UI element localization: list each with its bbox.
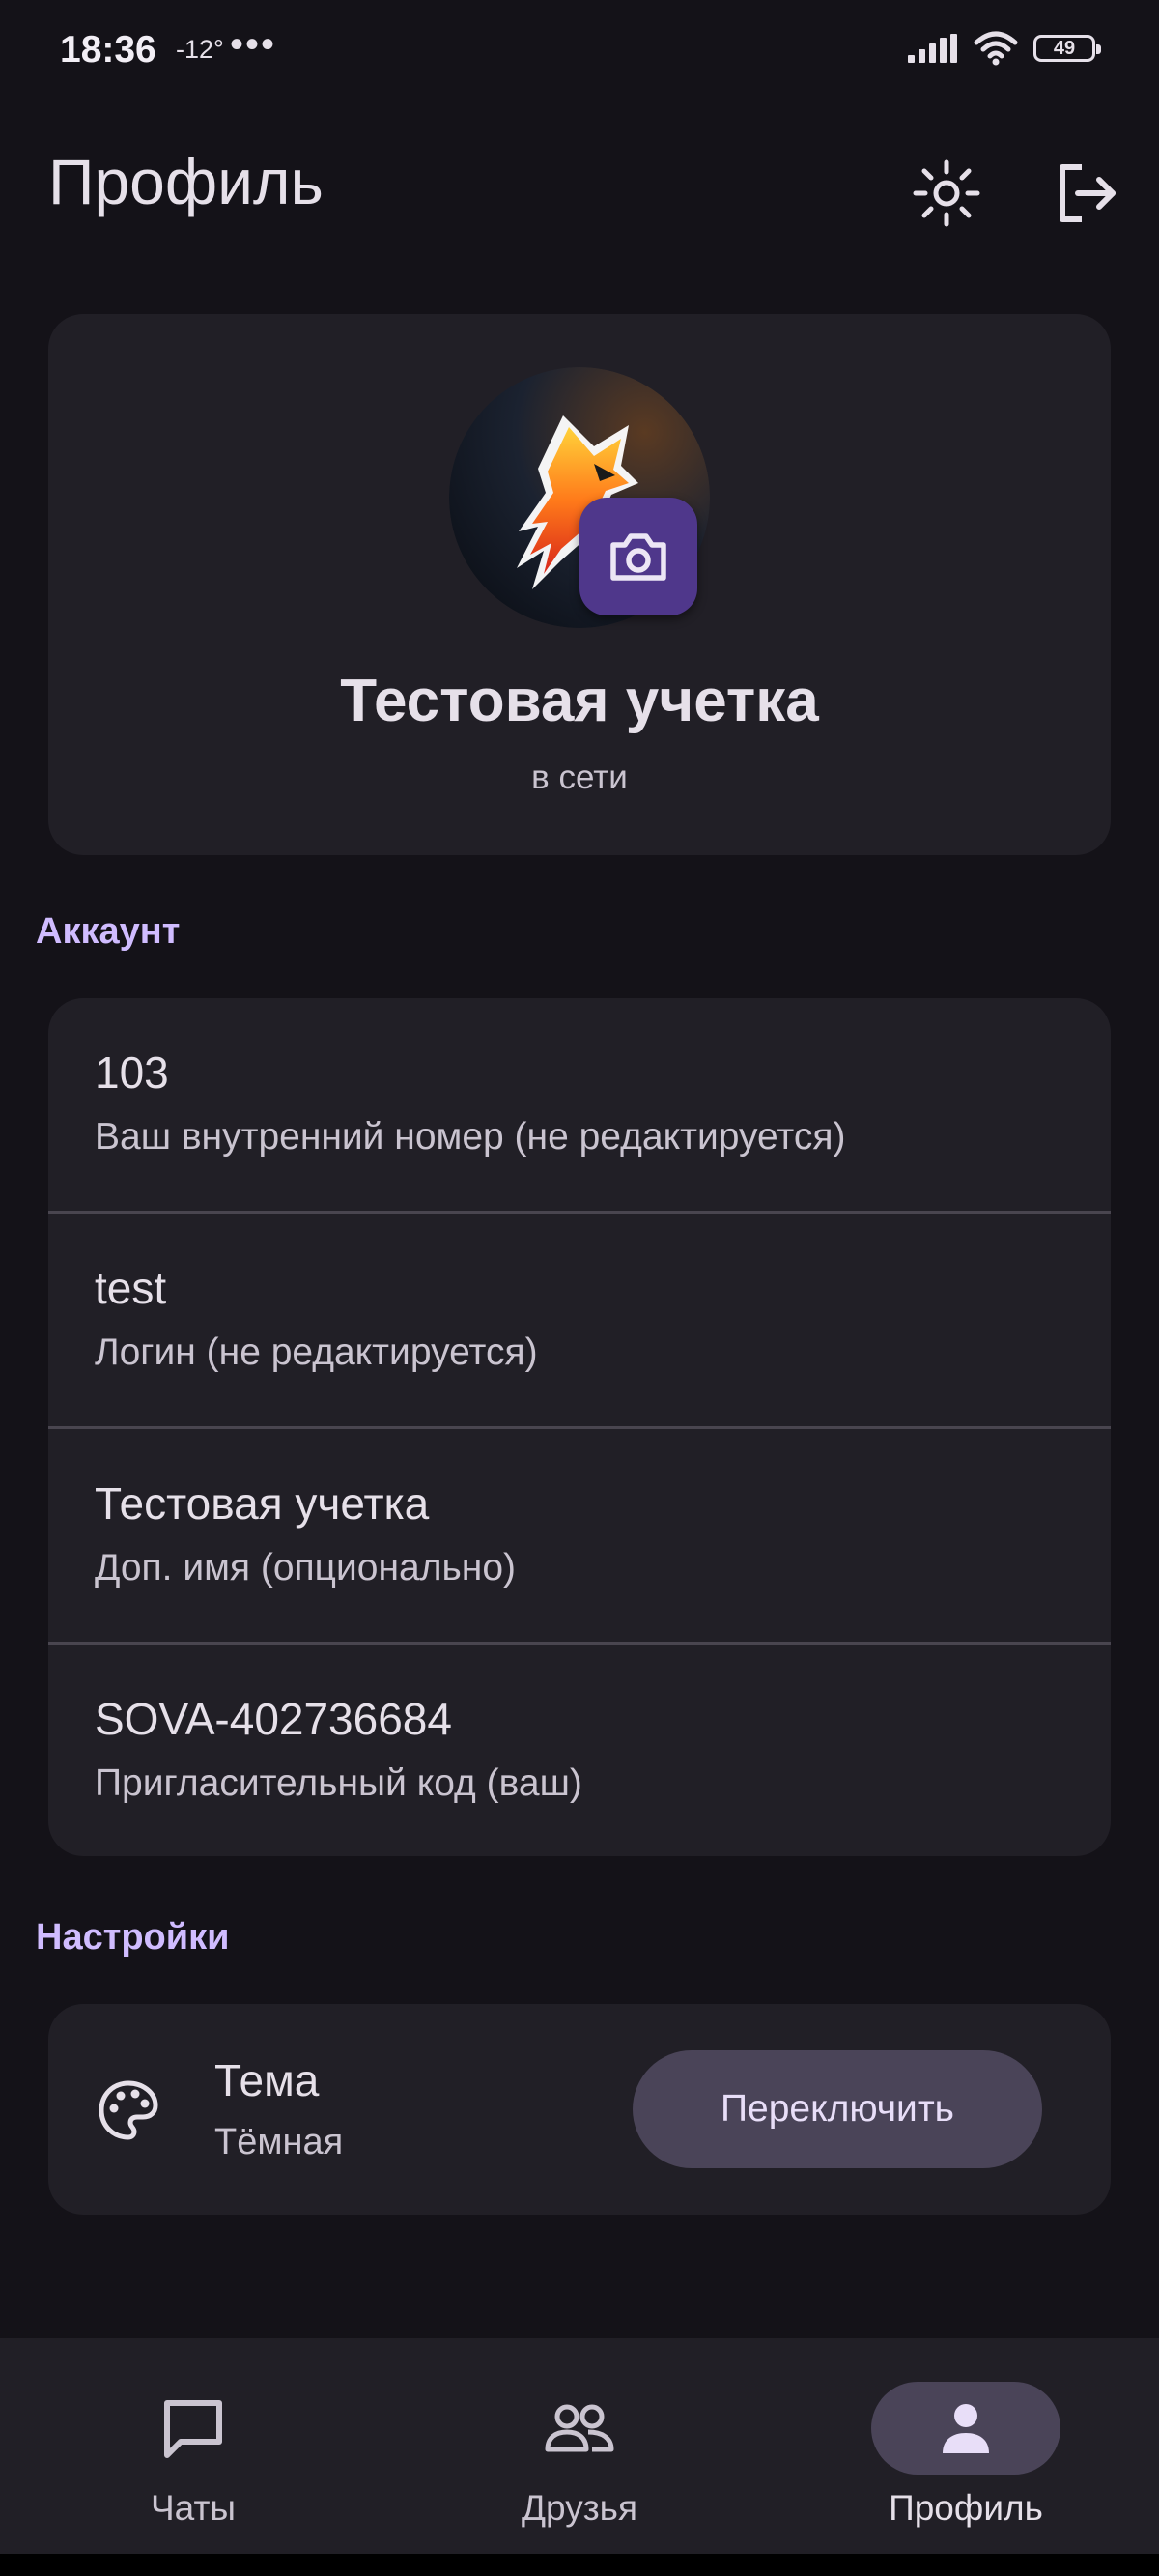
account-row-login: test Логин (не редактируется) <box>48 1214 1111 1428</box>
account-section-title: Аккаунт <box>36 911 181 952</box>
friends-icon <box>545 2404 614 2452</box>
logout-button[interactable] <box>1038 145 1135 242</box>
profile-icon <box>943 2404 989 2453</box>
row-value: Тестовая учетка <box>95 1478 430 1529</box>
settings-section-title: Настройки <box>36 1917 230 1958</box>
settings-card: Тема Тёмная Переключить <box>48 2004 1111 2215</box>
profile-name: Тестовая учетка <box>340 668 819 734</box>
nav-label-friends: Друзья <box>522 2488 637 2528</box>
row-label: Пригласительный код (ваш) <box>95 1762 582 1804</box>
row-label: Логин (не редактируется) <box>95 1331 538 1373</box>
row-value: SOVA-402736684 <box>95 1694 452 1744</box>
nav-icon-container-active <box>871 2382 1060 2475</box>
sun-icon <box>913 159 980 227</box>
nav-item-friends[interactable]: Друзья <box>435 2338 724 2554</box>
row-label: Доп. имя (опционально) <box>95 1547 517 1589</box>
system-gesture-bar <box>0 2554 1159 2576</box>
wifi-icon <box>974 31 1018 66</box>
battery-level: 49 <box>1053 37 1076 59</box>
change-avatar-button[interactable] <box>580 498 697 615</box>
row-value: 103 <box>95 1047 169 1098</box>
nav-icon-container <box>99 2382 288 2475</box>
status-more-dots: ••• <box>230 23 277 66</box>
nav-label-chats: Чаты <box>151 2488 236 2528</box>
profile-card: Тестовая учетка в сети <box>48 314 1111 855</box>
nav-icon-container <box>485 2382 674 2475</box>
switch-theme-button[interactable]: Переключить <box>633 2050 1042 2168</box>
profile-status: в сети <box>531 758 628 796</box>
theme-value: Тёмная <box>214 2122 344 2162</box>
nav-item-profile[interactable]: Профиль <box>821 2338 1111 2554</box>
status-indicators: 49 <box>908 31 1101 66</box>
chat-icon <box>164 2400 222 2458</box>
row-label: Ваш внутренний номер (не редактируется) <box>95 1116 846 1158</box>
nav-item-chats[interactable]: Чаты <box>48 2338 338 2554</box>
status-bar: 18:36 -12° ••• 49 <box>0 0 1159 108</box>
bottom-nav: Чаты Друзья Профиль <box>0 2338 1159 2554</box>
status-time: 18:36 <box>60 29 156 71</box>
account-row-display-name[interactable]: Тестовая учетка Доп. имя (опционально) <box>48 1429 1111 1644</box>
account-row-number: 103 Ваш внутренний номер (не редактирует… <box>48 998 1111 1213</box>
theme-toggle-button[interactable] <box>898 145 995 242</box>
battery-icon: 49 <box>1033 35 1101 62</box>
account-row-invite-code[interactable]: SOVA-402736684 Пригласительный код (ваш) <box>48 1645 1111 1856</box>
account-card: 103 Ваш внутренний номер (не редактирует… <box>48 998 1111 1856</box>
page-title: Профиль <box>48 146 324 217</box>
status-temperature: -12° <box>176 35 224 64</box>
logout-icon <box>1060 164 1116 222</box>
nav-label-profile: Профиль <box>889 2488 1043 2528</box>
signal-icon <box>908 34 957 63</box>
camera-icon <box>610 533 666 581</box>
palette-icon <box>99 2080 158 2140</box>
theme-label: Тема <box>214 2055 320 2105</box>
row-value: test <box>95 1263 167 1313</box>
